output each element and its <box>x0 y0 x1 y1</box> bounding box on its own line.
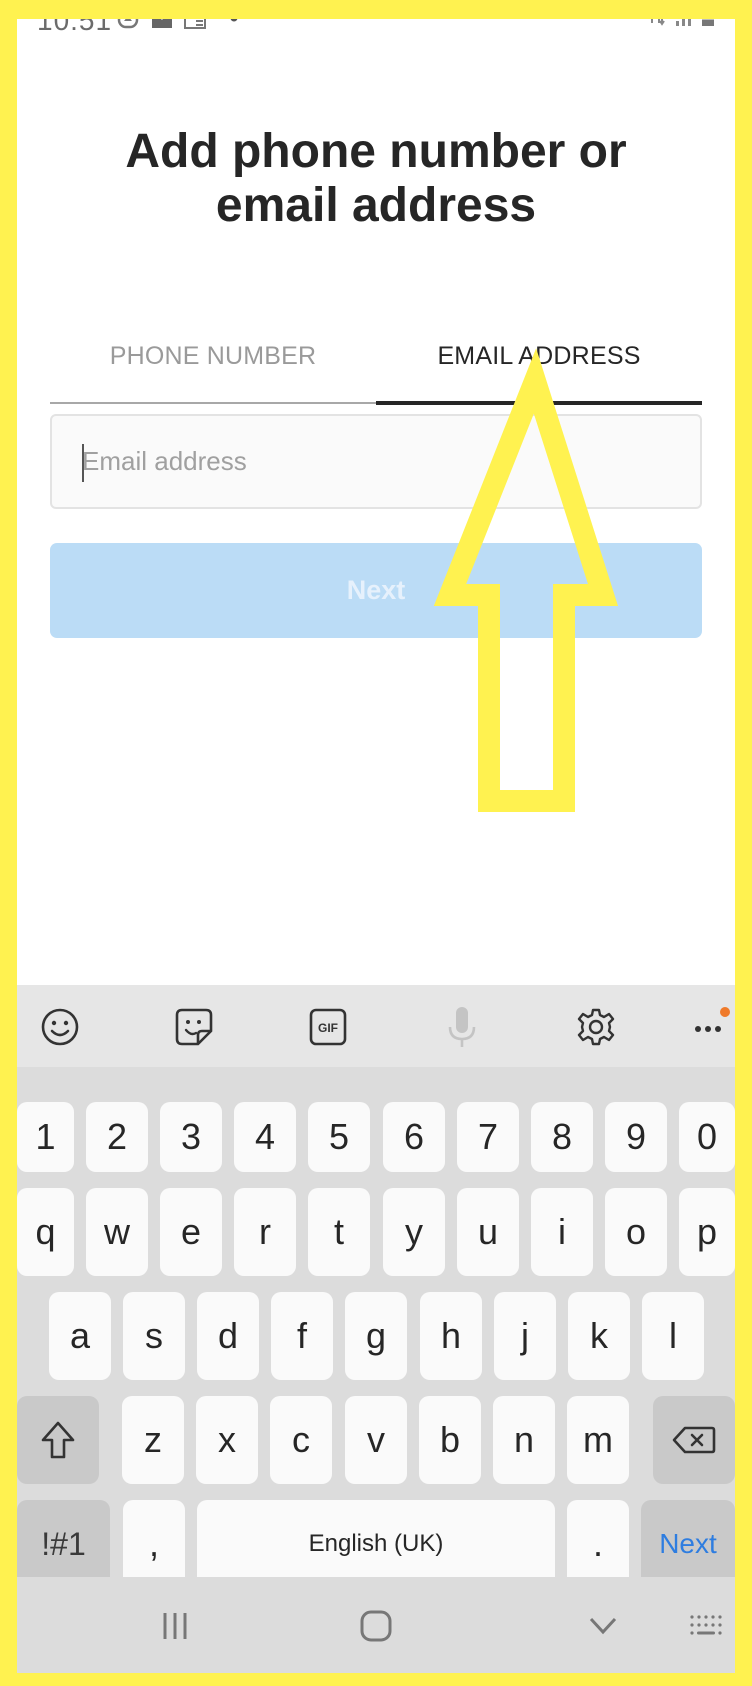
key-r[interactable]: r <box>234 1188 296 1276</box>
keyboard-next-key[interactable]: Next <box>641 1500 735 1588</box>
key-6[interactable]: 6 <box>383 1102 445 1172</box>
recent-apps-icon <box>163 1613 187 1639</box>
key-d[interactable]: d <box>197 1292 259 1380</box>
chevron-down-icon <box>589 1617 617 1635</box>
status-bar: 10:51 <box>17 19 735 36</box>
news-icon <box>184 19 206 29</box>
keyboard-icon <box>690 1615 722 1635</box>
key-i[interactable]: i <box>531 1188 593 1276</box>
page-title-line-1: Add phone number or <box>125 125 627 178</box>
key-e[interactable]: e <box>160 1188 222 1276</box>
key-o[interactable]: o <box>605 1188 667 1276</box>
recent-apps-button[interactable] <box>145 1601 205 1651</box>
key-y[interactable]: y <box>383 1188 445 1276</box>
voice-input-button[interactable] <box>440 1005 484 1049</box>
key-w[interactable]: w <box>86 1188 148 1276</box>
dot-icon <box>230 19 238 22</box>
gif-button[interactable]: GIF <box>306 1005 350 1049</box>
key-g[interactable]: g <box>345 1292 407 1380</box>
more-options-button[interactable] <box>690 1005 734 1049</box>
key-1[interactable]: 1 <box>17 1102 74 1172</box>
email-input[interactable] <box>52 416 700 507</box>
text-cursor <box>82 444 84 482</box>
sticker-icon <box>175 1008 213 1046</box>
tab-email-address[interactable]: EMAIL ADDRESS <box>376 309 702 404</box>
key-s[interactable]: s <box>123 1292 185 1380</box>
settings-icon <box>577 1008 615 1046</box>
key-z[interactable]: z <box>122 1396 184 1484</box>
navigation-bar <box>17 1577 735 1673</box>
data-transfer-icon <box>651 19 665 26</box>
key-3[interactable]: 3 <box>160 1102 222 1172</box>
tab-phone-number[interactable]: PHONE NUMBER <box>50 309 376 404</box>
key-b[interactable]: b <box>419 1396 481 1484</box>
email-field-container <box>50 414 702 509</box>
key-k[interactable]: k <box>568 1292 630 1380</box>
key-0[interactable]: 0 <box>679 1102 735 1172</box>
key-c[interactable]: c <box>270 1396 332 1484</box>
svg-text:GIF: GIF <box>318 1021 338 1035</box>
tab-underline-active <box>376 401 702 405</box>
signal-icon <box>676 19 691 26</box>
key-q[interactable]: q <box>17 1188 74 1276</box>
key-a[interactable]: a <box>49 1292 111 1380</box>
status-time: 10:51 <box>37 19 113 36</box>
key-l[interactable]: l <box>642 1292 704 1380</box>
shift-key[interactable] <box>17 1396 99 1484</box>
key-h[interactable]: h <box>420 1292 482 1380</box>
key-f[interactable]: f <box>271 1292 333 1380</box>
keyboard-settings-button[interactable] <box>574 1005 618 1049</box>
shift-icon <box>41 1421 75 1459</box>
key-m[interactable]: m <box>567 1396 629 1484</box>
contact-type-tabs: PHONE NUMBER EMAIL ADDRESS <box>50 309 702 405</box>
sticker-button[interactable] <box>172 1005 216 1049</box>
tab-underline-inactive <box>50 402 376 404</box>
key-x[interactable]: x <box>196 1396 258 1484</box>
next-button[interactable]: Next <box>50 543 702 638</box>
hide-keyboard-button[interactable] <box>573 1601 633 1651</box>
key-8[interactable]: 8 <box>531 1102 593 1172</box>
backspace-icon <box>672 1426 716 1454</box>
key-j[interactable]: j <box>494 1292 556 1380</box>
key-v[interactable]: v <box>345 1396 407 1484</box>
home-button[interactable] <box>346 1601 406 1651</box>
phone-screen: 10:51 Add phone number or email address … <box>17 19 735 1673</box>
home-icon <box>360 1610 392 1642</box>
symbols-key[interactable]: !#1 <box>17 1500 110 1588</box>
key-5[interactable]: 5 <box>308 1102 370 1172</box>
comma-key[interactable]: , <box>123 1500 185 1588</box>
battery-icon <box>702 19 714 26</box>
emoji-icon <box>41 1008 79 1046</box>
key-n[interactable]: n <box>493 1396 555 1484</box>
keyboard-switch-button[interactable] <box>685 1601 729 1651</box>
notification-icon <box>117 19 139 29</box>
page-title: Add phone number or email address <box>17 125 735 233</box>
status-right <box>647 19 715 27</box>
period-key[interactable]: . <box>567 1500 629 1588</box>
key-u[interactable]: u <box>457 1188 519 1276</box>
key-t[interactable]: t <box>308 1188 370 1276</box>
microphone-icon <box>448 1007 476 1047</box>
key-2[interactable]: 2 <box>86 1102 148 1172</box>
notification-dot <box>720 1007 730 1017</box>
keyboard: GIF 1 2 3 4 5 6 7 8 9 0 q w e r t y u i … <box>17 985 735 1673</box>
page-title-line-2: email address <box>215 179 537 232</box>
space-key[interactable]: English (UK) <box>197 1500 555 1588</box>
gallery-icon <box>152 19 172 28</box>
keyboard-toolbar: GIF <box>17 985 735 1067</box>
key-p[interactable]: p <box>679 1188 735 1276</box>
more-icon <box>695 1007 730 1032</box>
key-7[interactable]: 7 <box>457 1102 519 1172</box>
backspace-key[interactable] <box>653 1396 735 1484</box>
gif-icon: GIF <box>309 1008 347 1046</box>
key-9[interactable]: 9 <box>605 1102 667 1172</box>
emoji-button[interactable] <box>38 1005 82 1049</box>
key-4[interactable]: 4 <box>234 1102 296 1172</box>
